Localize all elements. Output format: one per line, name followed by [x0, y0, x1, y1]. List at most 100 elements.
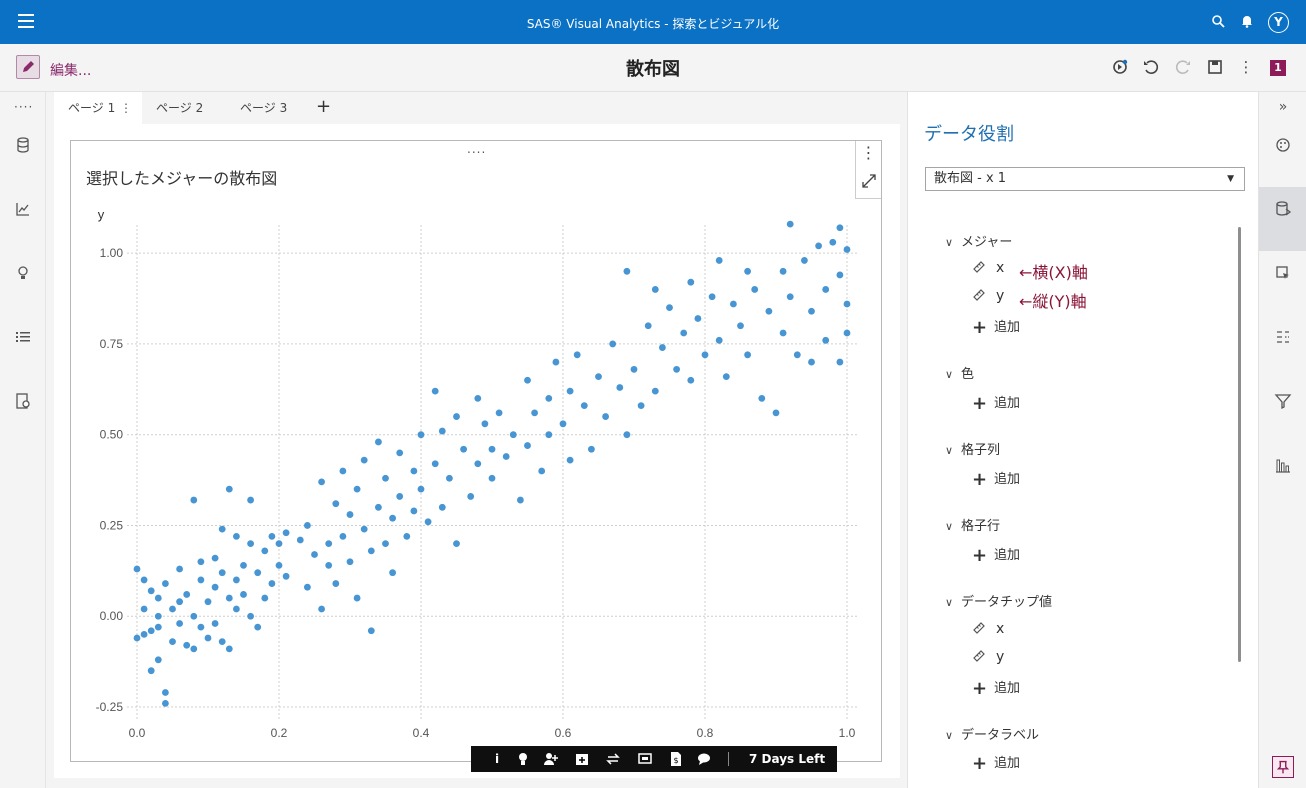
scatter-point [197, 558, 205, 566]
sync-icon[interactable] [605, 751, 621, 767]
section-measures[interactable]: ∨ メジャー [945, 231, 1012, 250]
scatter-point [225, 485, 233, 493]
scatter-point [687, 278, 695, 286]
scatter-point [524, 376, 531, 384]
save-icon[interactable] [1206, 58, 1224, 76]
scatter-point [389, 569, 396, 577]
measure-item-y[interactable]: y [972, 288, 1004, 304]
tab-page-2[interactable]: ページ 2 [142, 92, 226, 124]
section-datatip-values[interactable]: ∨ データチップ値 [945, 591, 1052, 610]
trial-days-left[interactable]: 7 Days Left [749, 752, 825, 766]
redo-icon[interactable] [1174, 58, 1192, 76]
filter-funnel-icon[interactable] [1274, 392, 1292, 410]
scatter-point [218, 638, 226, 646]
info-icon[interactable]: i [489, 751, 505, 767]
calendar-add-icon[interactable] [574, 751, 590, 767]
left-navigation-rail: ···· [0, 92, 46, 788]
outline-list-icon[interactable] [14, 328, 32, 346]
lightbulb-icon[interactable] [515, 751, 531, 767]
scatter-point [836, 358, 844, 366]
measure-ruler-icon [973, 622, 985, 634]
data-source-icon[interactable] [14, 136, 32, 154]
scatter-point [715, 336, 723, 344]
tab-options-icon[interactable]: ⋮ [120, 92, 132, 124]
scatter-point [282, 529, 290, 537]
tab-page-3[interactable]: ページ 3 [226, 92, 310, 124]
section-lattice-columns[interactable]: ∨ 格子列 [945, 439, 1000, 458]
scatter-point [190, 496, 198, 504]
notification-count-badge[interactable]: 1 [1270, 60, 1286, 76]
scatter-point [580, 402, 588, 410]
scatter-point [375, 438, 382, 446]
data-roles-icon[interactable] [1274, 200, 1292, 218]
add-measure-button[interactable]: + 追加 [972, 316, 1020, 338]
rules-icon[interactable] [1274, 328, 1292, 346]
scatter-point [403, 532, 411, 540]
scatter-point [446, 474, 453, 482]
right-pane-rail: » [1258, 92, 1306, 788]
options-palette-icon[interactable] [1274, 136, 1292, 154]
scatter-point [808, 358, 815, 366]
search-icon[interactable] [1211, 14, 1225, 28]
scatter-point [197, 623, 205, 631]
scatter-point [808, 307, 815, 315]
scatter-point [162, 580, 169, 587]
more-options-icon[interactable]: ⋮ [1237, 58, 1255, 76]
presentation-icon[interactable] [637, 751, 653, 767]
section-lattice-rows[interactable]: ∨ 格子行 [945, 515, 1000, 534]
add-user-icon[interactable] [543, 751, 559, 767]
scatter-point [382, 540, 389, 548]
scatter-plot-object[interactable]: .... 選択したメジャーの散布図 ⋮ 0.0 0.2 0.4 0.6 0.8 1.0 -0… [70, 140, 882, 762]
report-canvas: .... 選択したメジャーの散布図 ⋮ 0.0 0.2 0.4 0.6 0.8 1.0 -0… [54, 124, 900, 778]
selected-object-value: 散布図 - x 1 [934, 171, 1007, 186]
datatip-item-x[interactable]: x [972, 621, 1004, 637]
scatter-point [162, 699, 169, 707]
notifications-bell-icon[interactable] [1240, 14, 1254, 28]
datatip-item-y[interactable]: y [972, 649, 1004, 665]
scatter-point [218, 525, 226, 533]
scatter-point [254, 623, 262, 631]
section-data-label[interactable]: ∨ データラベル [945, 724, 1039, 743]
chat-bubble-icon[interactable] [696, 751, 712, 767]
object-selector-dropdown[interactable]: 散布図 - x 1 ▼ [925, 167, 1245, 191]
bottom-bar-separator [728, 752, 729, 766]
pin-pane-icon[interactable] [1272, 756, 1294, 778]
scatter-point [573, 351, 581, 359]
scatter-point [183, 641, 191, 649]
undo-icon[interactable] [1142, 58, 1160, 76]
collapse-pane-icon[interactable]: » [1274, 98, 1292, 116]
actions-cursor-icon[interactable] [1274, 264, 1292, 282]
svg-text:$: $ [673, 756, 678, 765]
scatter-point [197, 576, 205, 584]
add-color-button[interactable]: + 追加 [972, 392, 1020, 414]
ranks-bar-icon[interactable] [1274, 456, 1292, 474]
measure-item-x[interactable]: x [972, 260, 1004, 276]
scatter-point [659, 344, 666, 351]
add-lattice-row-button[interactable]: + 追加 [972, 544, 1020, 566]
scatter-point [275, 540, 283, 548]
add-data-label-button[interactable]: + 追加 [972, 752, 1020, 774]
scatter-point [204, 634, 212, 642]
scatter-point [602, 413, 609, 420]
scatter-point [502, 453, 510, 460]
panel-scrollbar[interactable] [1238, 227, 1241, 662]
add-datatip-button[interactable]: + 追加 [972, 677, 1020, 699]
scatter-point [779, 267, 787, 275]
scatter-point [488, 445, 496, 453]
object-toolbox-icon[interactable] [1111, 58, 1129, 76]
section-color[interactable]: ∨ 色 [945, 363, 974, 382]
objects-chart-icon[interactable] [14, 200, 32, 218]
scatter-point [247, 496, 255, 504]
report-info-icon[interactable] [14, 392, 32, 410]
add-lattice-column-button[interactable]: + 追加 [972, 468, 1020, 490]
user-avatar[interactable]: Y [1268, 12, 1289, 33]
collapse-rail-icon[interactable]: ···· [14, 98, 32, 116]
suggestions-lightbulb-icon[interactable] [14, 264, 32, 282]
scatter-point [154, 656, 162, 664]
document-price-icon[interactable]: $ [668, 751, 684, 767]
tab-page-1[interactable]: ページ 1 ⋮ [54, 92, 142, 124]
datatip-name: y [996, 649, 1005, 665]
add-page-plus-icon[interactable]: + [316, 96, 331, 117]
scatter-point [318, 605, 325, 613]
scatter-point [552, 358, 560, 366]
